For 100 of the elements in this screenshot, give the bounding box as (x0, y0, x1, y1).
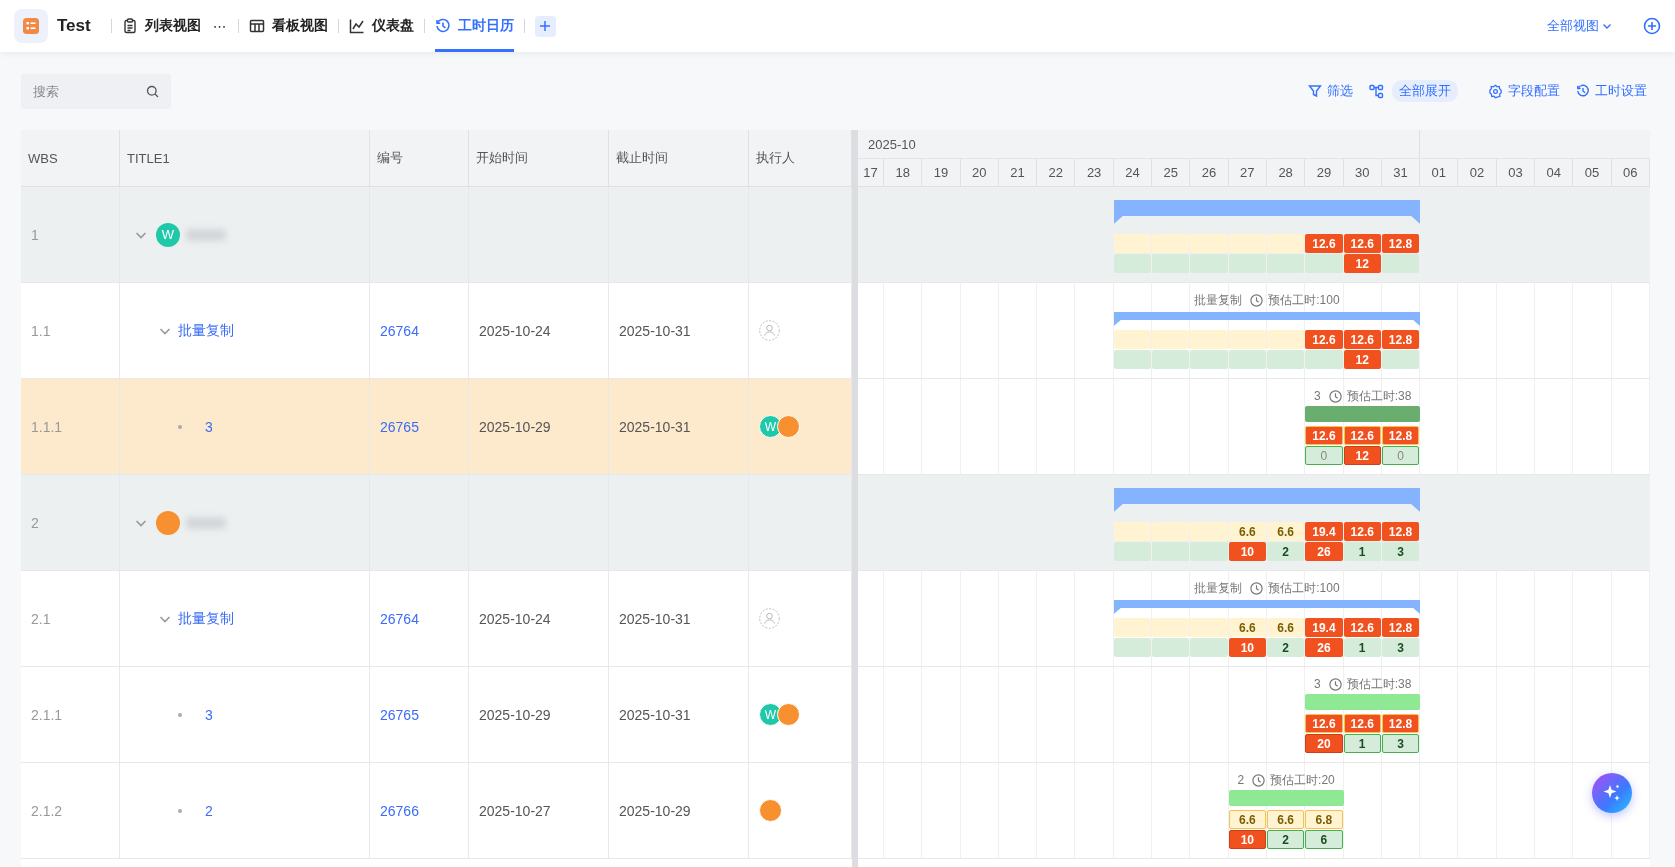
toolbar-action[interactable]: 筛选 (1308, 82, 1353, 100)
planned-hours (1190, 234, 1228, 253)
day-header: 02 (1469, 165, 1485, 180)
clock-icon (1252, 773, 1266, 787)
task-code[interactable]: 26766 (380, 802, 419, 819)
tree-icon (1369, 83, 1384, 99)
end-date: 2025-10-31 (619, 610, 691, 627)
search-field[interactable]: 搜索 (21, 73, 171, 109)
bar-title: 3 (1314, 677, 1321, 691)
planned-hours: 19.4 (1305, 522, 1343, 541)
all-views-dropdown[interactable]: 全部视图 (1547, 17, 1613, 35)
start-date: 2025-10-27 (479, 802, 551, 819)
day-header: 23 (1086, 165, 1102, 180)
user-placeholder-icon[interactable] (759, 608, 780, 629)
planned-hours (1266, 234, 1305, 253)
bullet-icon (178, 808, 182, 813)
view-tab[interactable]: 看板视图 (248, 0, 328, 52)
task-title[interactable]: 批量复制 (178, 609, 234, 628)
task-title[interactable]: 批量复制 (178, 321, 234, 340)
wbs-number: 2.1.2 (31, 802, 63, 819)
day-header: 27 (1240, 165, 1255, 180)
bar-title: 2 (1237, 773, 1245, 787)
actual-hours: 26 (1305, 638, 1343, 657)
task-code[interactable]: 26765 (380, 706, 419, 723)
add-circle-icon[interactable] (1643, 17, 1661, 35)
planned-hours (1113, 618, 1152, 637)
bullet-icon (178, 712, 182, 717)
planned-hours: 12.6 (1305, 426, 1343, 445)
summary-bar[interactable] (1113, 600, 1421, 614)
summary-bar[interactable] (1113, 312, 1421, 326)
start-date: 2025-10-29 (479, 418, 551, 435)
actual-hours (1113, 542, 1152, 561)
day-header: 29 (1316, 165, 1332, 180)
actual-hours (1305, 350, 1343, 369)
task-title[interactable]: 2 (205, 802, 213, 819)
actual-hours (1152, 254, 1190, 273)
planned-hours: 12.8 (1381, 330, 1420, 349)
planned-hours (1152, 618, 1190, 637)
summary-bar[interactable] (1113, 488, 1421, 512)
day-header: 06 (1623, 165, 1638, 180)
actual-hours: 1 (1343, 638, 1381, 657)
actual-hours: 10 (1228, 830, 1266, 849)
view-tab[interactable]: 列表视图 (121, 0, 201, 52)
bar-title: 批量复制 (1194, 291, 1243, 309)
history-icon (434, 18, 451, 34)
actual-hours: 26 (1305, 542, 1343, 561)
summary-bar[interactable] (1113, 200, 1421, 224)
planned-hours: 12.6 (1305, 714, 1343, 733)
view-tab[interactable]: 仪表盘 (348, 0, 414, 52)
column-header: 开始时间 (476, 149, 528, 167)
column-header: WBS (28, 150, 58, 166)
day-header: 30 (1354, 165, 1370, 180)
actual-hours (1190, 350, 1228, 369)
day-header: 26 (1201, 165, 1217, 180)
app-name: Test (57, 16, 91, 36)
task-code[interactable]: 26764 (380, 610, 419, 627)
actual-hours: 0 (1305, 446, 1343, 465)
more-button[interactable]: ⋯ (212, 18, 228, 34)
history-icon (1576, 84, 1590, 98)
column-header: 执行人 (756, 149, 795, 167)
end-date: 2025-10-31 (619, 418, 691, 435)
planned-hours: 6.6 (1228, 522, 1266, 541)
estimate-label: 预估工时:100 (1268, 579, 1340, 597)
task-code[interactable]: 26764 (380, 322, 419, 339)
clock-icon (1328, 677, 1342, 691)
add-view-button[interactable] (534, 15, 556, 37)
filter-icon (1308, 84, 1322, 98)
actual-hours (1190, 542, 1228, 561)
planned-hours: 12.8 (1381, 714, 1420, 733)
task-title[interactable]: 3 (205, 706, 213, 723)
wbs-number: 1.1.1 (31, 418, 63, 435)
day-header: 01 (1431, 165, 1447, 180)
toolbar-action[interactable]: 字段配置 (1488, 82, 1560, 100)
planned-hours (1266, 330, 1305, 349)
planned-hours (1228, 234, 1266, 253)
planned-hours (1113, 522, 1152, 541)
wbs-number: 2 (31, 514, 39, 531)
actual-hours: 6 (1305, 830, 1343, 849)
wbs-number: 2.1 (31, 610, 51, 627)
planned-hours: 6.6 (1266, 522, 1305, 541)
view-tab[interactable]: 工时日历 (434, 0, 514, 52)
planned-hours: 6.6 (1228, 618, 1266, 637)
actual-hours (1152, 638, 1190, 657)
planned-hours: 6.6 (1266, 618, 1305, 637)
planned-hours: 6.6 (1228, 810, 1266, 829)
wbs-number: 1 (31, 226, 39, 243)
task-code[interactable]: 26765 (380, 418, 419, 435)
actual-hours (1228, 350, 1266, 369)
planned-hours: 12.6 (1305, 330, 1343, 349)
expand-all-button[interactable]: 全部展开 (1392, 80, 1458, 102)
actual-hours (1190, 638, 1228, 657)
task-title[interactable]: 3 (205, 418, 213, 435)
user-placeholder-icon[interactable] (759, 320, 780, 341)
toolbar-action[interactable]: 工时设置 (1576, 82, 1647, 100)
end-date: 2025-10-31 (619, 322, 691, 339)
actual-hours (1190, 254, 1228, 273)
clock-icon (1250, 293, 1264, 307)
planned-hours: 12.8 (1381, 234, 1420, 253)
planned-hours (1190, 522, 1228, 541)
planned-hours: 12.8 (1381, 426, 1420, 445)
